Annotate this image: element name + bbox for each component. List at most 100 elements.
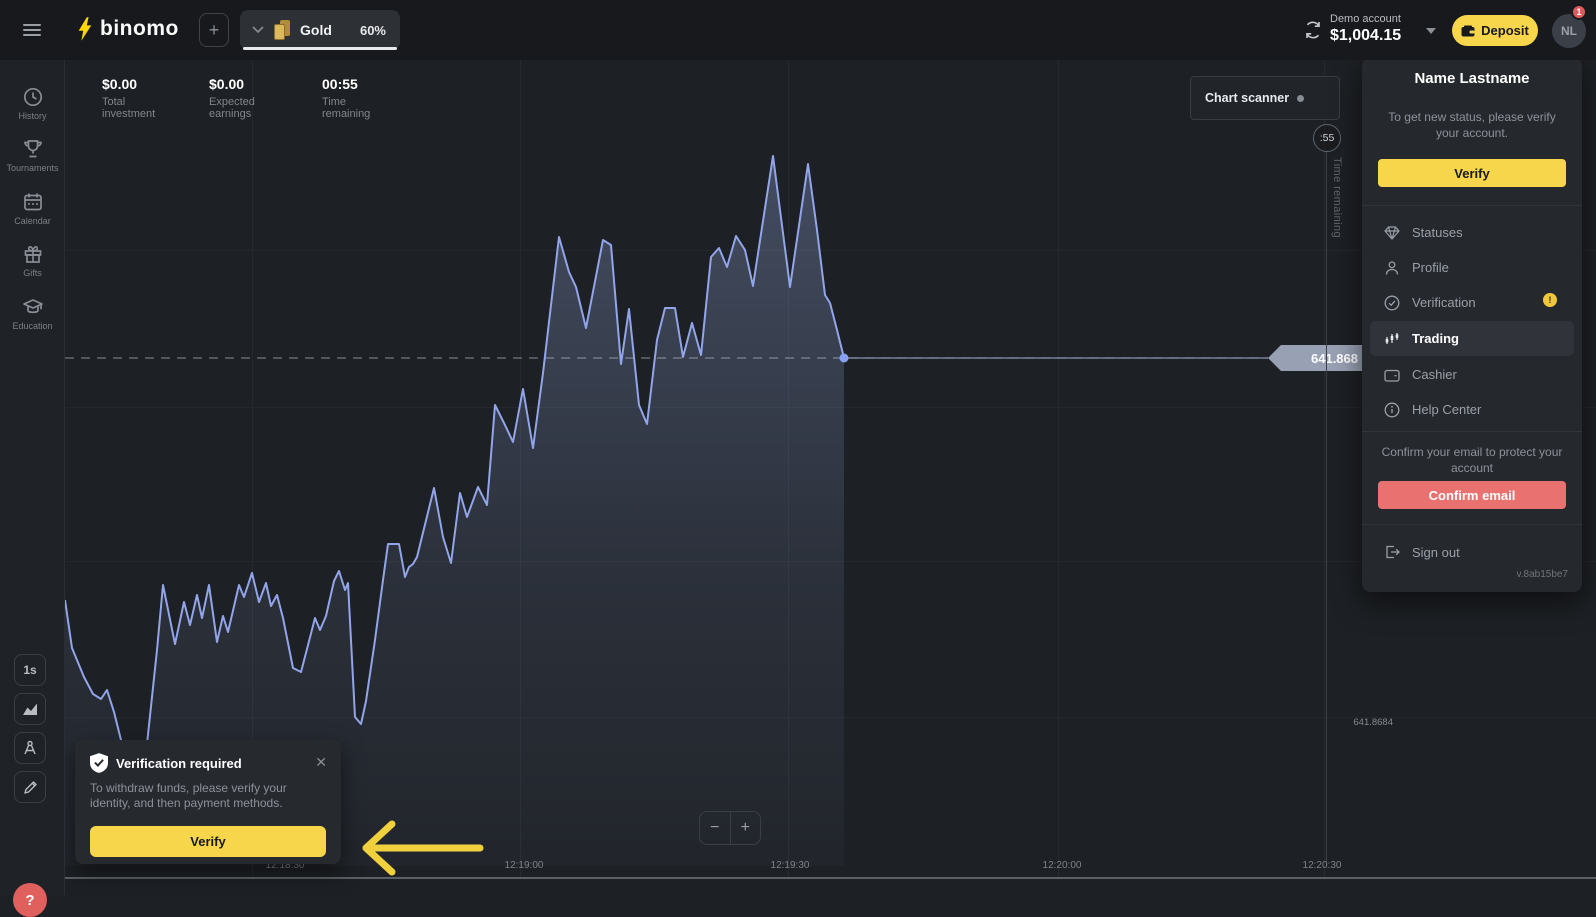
wallet-icon: [1461, 25, 1475, 37]
account-holder-name: Name Lastname: [1362, 70, 1582, 87]
zoom-out-button[interactable]: −: [700, 812, 731, 844]
confirm-email-hint: Confirm your email to protect your accou…: [1377, 444, 1567, 476]
deposit-button[interactable]: Deposit: [1452, 15, 1538, 46]
menu-item-help-center[interactable]: Help Center: [1362, 392, 1582, 427]
notification-badge: 1: [1571, 4, 1587, 20]
sidebar-item-history[interactable]: History: [0, 86, 65, 121]
candlestick-icon: [1384, 331, 1400, 347]
chart-zoom-controls: − +: [699, 811, 761, 845]
stat-label: Expected earnings: [209, 96, 255, 120]
panel-verify-button[interactable]: Verify: [1378, 159, 1566, 187]
binomo-logo[interactable]: binomo: [76, 16, 179, 42]
interval-button[interactable]: 1s: [14, 654, 46, 686]
sidebar-item-label: Gifts: [0, 268, 65, 278]
chart-scanner-button[interactable]: Chart scanner: [1190, 76, 1340, 120]
verification-popup: Verification required ✕ To withdraw fund…: [75, 740, 341, 864]
pencil-icon: [23, 780, 38, 795]
compass-icon: [22, 740, 38, 756]
verification-warning-badge: !: [1543, 293, 1557, 307]
x-axis-tick: 12:19:30: [755, 860, 825, 871]
gift-icon: [22, 243, 44, 265]
stat-expected-earnings: $0.00 Expected earnings: [209, 76, 255, 120]
indicators-button[interactable]: [14, 732, 46, 764]
zoom-in-button[interactable]: +: [731, 812, 761, 844]
sidebar-item-calendar[interactable]: Calendar: [0, 191, 65, 226]
menu-icon[interactable]: [23, 24, 41, 36]
left-sidebar: History Tournaments Calendar Gifts Educa…: [0, 60, 65, 895]
shield-check-icon: [90, 753, 108, 773]
menu-item-label: Help Center: [1412, 402, 1481, 417]
stat-value: $0.00: [102, 76, 155, 92]
logo-text: binomo: [100, 17, 179, 41]
chart-type-button[interactable]: [14, 693, 46, 725]
deposit-label: Deposit: [1481, 23, 1529, 38]
asset-payout-percent: 60%: [360, 23, 386, 38]
asset-name: Gold: [300, 22, 332, 38]
account-switcher[interactable]: Demo account $1,004.15: [1330, 13, 1401, 45]
divider: [1362, 524, 1582, 525]
sidebar-item-label: History: [0, 111, 65, 121]
purchase-deadline-line: [1326, 152, 1327, 866]
popup-header: Verification required: [90, 753, 242, 773]
refresh-icon[interactable]: [1303, 20, 1323, 40]
drawing-button[interactable]: [14, 771, 46, 803]
account-type-label: Demo account: [1330, 13, 1401, 25]
stat-time-remaining: 00:55 Time remaining: [322, 76, 370, 120]
menu-item-cashier[interactable]: Cashier: [1362, 357, 1582, 392]
x-axis-tick: 12:20:30: [1287, 860, 1357, 871]
chart-bottom-edge: [65, 877, 1596, 879]
popup-verify-button[interactable]: Verify: [90, 826, 326, 857]
check-circle-icon: [1384, 295, 1400, 311]
person-icon: [1384, 260, 1400, 276]
account-menu-panel: Name Lastname To get new status, please …: [1362, 58, 1582, 592]
trophy-icon: [22, 138, 44, 160]
stat-value: 00:55: [322, 76, 370, 92]
chart-scanner-label: Chart scanner: [1205, 91, 1289, 105]
sidebar-item-label: Calendar: [0, 216, 65, 226]
sign-out-icon: [1384, 544, 1400, 560]
popup-title: Verification required: [116, 756, 242, 771]
divider: [1362, 205, 1582, 206]
stat-total-investment: $0.00 Total investment: [102, 76, 155, 120]
menu-item-label: Statuses: [1412, 225, 1463, 240]
menu-item-profile[interactable]: Profile: [1362, 250, 1582, 285]
stat-label: Time remaining: [322, 96, 370, 120]
asset-tab-gold[interactable]: Gold 60%: [240, 10, 400, 50]
menu-item-label: Profile: [1412, 260, 1449, 275]
sidebar-item-tournaments[interactable]: Tournaments: [0, 138, 65, 173]
time-remaining-axis-label: Time remaining: [1331, 157, 1343, 238]
status-hint-text: To get new status, please verify your ac…: [1377, 109, 1567, 141]
close-icon[interactable]: ✕: [315, 755, 327, 769]
area-chart-icon: [22, 702, 38, 716]
menu-item-statuses[interactable]: Statuses: [1362, 215, 1582, 250]
x-axis-tick: 12:19:00: [489, 860, 559, 871]
sign-out-label: Sign out: [1412, 545, 1460, 560]
clock-icon: [22, 86, 44, 108]
price-tag: 641.868: [1268, 345, 1372, 371]
sign-out-button[interactable]: Sign out: [1362, 538, 1582, 566]
menu-item-verification[interactable]: Verification !: [1362, 285, 1582, 320]
add-asset-tab-button[interactable]: +: [199, 13, 229, 47]
menu-item-trading[interactable]: Trading: [1370, 321, 1574, 356]
sidebar-item-education[interactable]: Education: [0, 296, 65, 331]
y-axis-price-label: 641.8684: [1343, 717, 1393, 728]
menu-item-label: Cashier: [1412, 367, 1457, 382]
gem-icon: [1384, 226, 1400, 240]
divider: [1362, 431, 1582, 432]
menu-item-label: Trading: [1412, 331, 1459, 346]
confirm-email-button[interactable]: Confirm email: [1378, 481, 1566, 509]
account-balance: $1,004.15: [1330, 27, 1401, 45]
x-axis-tick: 12:20:00: [1027, 860, 1097, 871]
gold-bars-icon: [274, 20, 292, 40]
info-icon: [1384, 402, 1400, 418]
sidebar-item-label: Education: [0, 321, 65, 331]
account-caret-icon[interactable]: [1426, 28, 1436, 34]
sidebar-item-label: Tournaments: [0, 163, 65, 173]
top-bar: binomo + Gold 60% Demo account $1,004.15…: [0, 0, 1596, 60]
sidebar-item-gifts[interactable]: Gifts: [0, 243, 65, 278]
chevron-down-icon[interactable]: [252, 26, 264, 34]
graduation-cap-icon: [22, 296, 44, 318]
popup-body-text: To withdraw funds, please verify your id…: [90, 781, 326, 811]
help-button[interactable]: ?: [13, 883, 47, 917]
stat-value: $0.00: [209, 76, 255, 92]
